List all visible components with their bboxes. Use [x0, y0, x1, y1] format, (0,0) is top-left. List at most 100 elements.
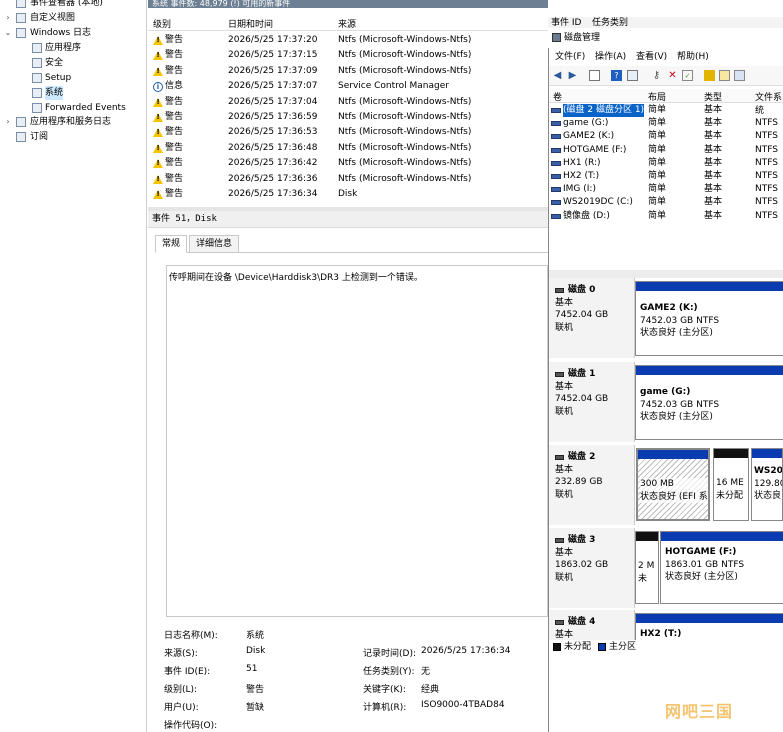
event-datetime: 2026/5/25 17:36:53	[228, 127, 318, 138]
volume-row[interactable]: HX1 (R:) 简单 基本 NTFS	[549, 157, 783, 170]
disk-0-status: 联机	[555, 322, 574, 333]
tree-item[interactable]: Forwarded Events	[0, 101, 146, 115]
tree-item[interactable]: Setup	[0, 71, 146, 85]
partition-hotgame-f[interactable]: HOTGAME (F:) 1863.01 GB NTFS 状态良好 (主分区)	[660, 531, 783, 604]
forward-icon[interactable]: ▶	[567, 70, 578, 81]
column-source[interactable]: 来源	[338, 17, 356, 30]
disk-1-name: 磁盘 1	[568, 369, 596, 379]
tree-item[interactable]: 事件查看器 (本地)	[0, 0, 146, 10]
menu-action[interactable]: 操作(A)	[595, 48, 626, 66]
column-type[interactable]: 类型	[704, 90, 722, 103]
event-row[interactable]: 警告 2026/5/25 17:37:15 Ntfs (Microsoft-Wind…	[148, 48, 548, 63]
tree-item[interactable]: 订阅	[0, 130, 146, 144]
volume-row[interactable]: 镜像盘 (D:) 简单 基本 NTFS	[549, 210, 783, 223]
volume-name-text: GAME2 (K:)	[563, 131, 615, 142]
tree-item[interactable]: › 应用程序和服务日志	[0, 115, 146, 129]
partition-unallocated-2mb[interactable]: 2 M 未	[635, 531, 659, 604]
tree-item[interactable]: › 自定义视图	[0, 11, 146, 25]
disk-0-row[interactable]: 磁盘 0 基本 7452.04 GB 联机 GAME2 (K:) 7452.03…	[549, 278, 783, 358]
event-row[interactable]: 警告 2026/5/25 17:36:34 Disk	[148, 187, 548, 202]
drive-icon	[551, 108, 561, 113]
info-icon: i	[153, 81, 163, 92]
volume-row[interactable]: WS2019DC (C:) 简单 基本 NTFS	[549, 196, 783, 209]
log-icon	[16, 117, 26, 127]
menu-file[interactable]: 文件(F)	[555, 48, 585, 66]
event-level-text: 警告	[165, 35, 184, 45]
event-level: 警告	[153, 48, 183, 63]
help-icon[interactable]: ?	[611, 70, 622, 81]
volume-type: 基本	[704, 210, 723, 221]
log-icon	[16, 13, 26, 23]
expand-icon[interactable]: ›	[3, 11, 13, 25]
event-list-header: 系统 事件数: 48,979 (!) 可用的新事件	[148, 0, 548, 8]
volume-row[interactable]: IMG (I:) 简单 基本 NTFS	[549, 183, 783, 196]
export-icon[interactable]	[719, 70, 730, 81]
log-icon	[32, 73, 42, 83]
event-row[interactable]: 警告 2026/5/25 17:36:59 Ntfs (Microsoft-Wind…	[148, 110, 548, 125]
partition-game2-k[interactable]: GAME2 (K:) 7452.03 GB NTFS 状态良好 (主分区)	[635, 281, 783, 356]
view-icon[interactable]	[734, 70, 745, 81]
event-row[interactable]: 警告 2026/5/25 17:36:42 Ntfs (Microsoft-Wind…	[148, 156, 548, 171]
partition-size: 300 MB	[640, 479, 674, 489]
volume-filesystem: NTFS	[755, 171, 778, 181]
warning-icon	[153, 113, 163, 122]
tab-details[interactable]: 详细信息	[189, 235, 240, 253]
event-row[interactable]: 警告 2026/5/25 17:37:04 Ntfs (Microsoft-Wind…	[148, 95, 548, 110]
expand-icon[interactable]: ›	[3, 115, 13, 129]
volume-row[interactable]: game (G:) 简单 基本 NTFS	[549, 117, 783, 130]
expand-icon[interactable]: ⌄	[3, 26, 13, 40]
tree-item[interactable]: ⌄ Windows 日志	[0, 26, 146, 40]
properties-icon[interactable]	[627, 70, 638, 81]
event-message: 传呼期间在设备 \Device\Harddisk3\DR3 上检测到一个错误。	[166, 265, 548, 617]
partition-efi[interactable]: 300 MB 状态良好 (EFI 系	[636, 448, 710, 521]
partition-ws2019dc-c[interactable]: WS201 129.80 状态良	[751, 448, 783, 521]
event-level-text: 信息	[165, 81, 184, 92]
pane-splitter-disk[interactable]	[549, 270, 783, 278]
back-icon[interactable]: ◀	[552, 70, 563, 81]
console-tree-icon[interactable]	[589, 70, 600, 81]
key-icon[interactable]: ⚷	[651, 70, 662, 81]
event-row[interactable]: i 信息 2026/5/25 17:37:07 Service Control Man…	[148, 79, 548, 94]
column-datetime[interactable]: 日期和时间	[228, 17, 273, 30]
column-level[interactable]: 级别	[153, 17, 171, 30]
disk-0-size: 7452.04 GB	[555, 310, 609, 320]
column-volume[interactable]: 卷	[553, 90, 562, 103]
warning-icon	[153, 51, 163, 61]
folder-icon[interactable]	[704, 70, 715, 81]
tree-item[interactable]: 系统	[0, 86, 146, 100]
prop-level: 警告	[246, 685, 265, 695]
menu-help[interactable]: 帮助(H)	[677, 48, 709, 66]
event-row[interactable]: 警告 2026/5/25 17:36:36 Ntfs (Microsoft-Wind…	[148, 172, 548, 187]
event-row[interactable]: 警告 2026/5/25 17:36:53 Ntfs (Microsoft-Wind…	[148, 125, 548, 140]
partition-status: 状态良	[754, 491, 782, 501]
volume-row[interactable]: HX2 (T:) 简单 基本 NTFS	[549, 170, 783, 183]
volume-row[interactable]: GAME2 (K:) 简单 基本 NTFS	[549, 130, 783, 143]
disk-icon	[555, 537, 564, 543]
partition-hx2-t[interactable]: HX2 (T:)	[635, 613, 783, 640]
disk-2-row[interactable]: 磁盘 2 基本 232.89 GB 联机 300 MB 状态良好 (EFI 系 …	[549, 445, 783, 525]
partition-game-g[interactable]: game (G:) 7452.03 GB NTFS 状态良好 (主分区)	[635, 365, 783, 440]
menu-view[interactable]: 查看(V)	[636, 48, 667, 66]
tab-general[interactable]: 常规	[155, 235, 188, 253]
delete-icon[interactable]: ✕	[667, 70, 678, 81]
disk-3-row[interactable]: 磁盘 3 基本 1863.02 GB 联机 2 M 未 HOTGAME (F:)…	[549, 528, 783, 608]
tree-item[interactable]: 安全	[0, 56, 146, 70]
event-row[interactable]: 警告 2026/5/25 17:37:20 Ntfs (Microsoft-Wind…	[148, 33, 548, 48]
volume-row[interactable]: (磁盘 2 磁盘分区 1) 简单 基本	[549, 104, 783, 117]
disk-1-row[interactable]: 磁盘 1 基本 7452.04 GB 联机 game (G:) 7452.03 …	[549, 362, 783, 442]
partition-unallocated-16mb[interactable]: 16 ME 未分配	[713, 448, 749, 521]
event-datetime: 2026/5/25 17:36:48	[228, 142, 318, 153]
disk-4-row[interactable]: 磁盘 4 基本 HX2 (T:)	[549, 610, 783, 640]
disk-management-app-icon	[552, 33, 561, 42]
disk-4-label: 磁盘 4 基本	[549, 610, 635, 640]
volume-row[interactable]: HOTGAME (F:) 简单 基本 NTFS	[549, 144, 783, 157]
event-source: Ntfs (Microsoft-Windows-Ntfs)	[338, 127, 472, 138]
column-layout[interactable]: 布局	[648, 90, 666, 103]
event-row[interactable]: 警告 2026/5/25 17:36:48 Ntfs (Microsoft-Wind…	[148, 141, 548, 156]
tree-item[interactable]: 应用程序	[0, 41, 146, 55]
event-source: Ntfs (Microsoft-Windows-Ntfs)	[338, 112, 472, 122]
partition-status: 未分配	[716, 490, 744, 501]
prop-task: 无	[421, 667, 431, 677]
check-icon[interactable]: ✓	[682, 70, 693, 81]
event-row[interactable]: 警告 2026/5/25 17:37:09 Ntfs (Microsoft-Wind…	[148, 64, 548, 79]
